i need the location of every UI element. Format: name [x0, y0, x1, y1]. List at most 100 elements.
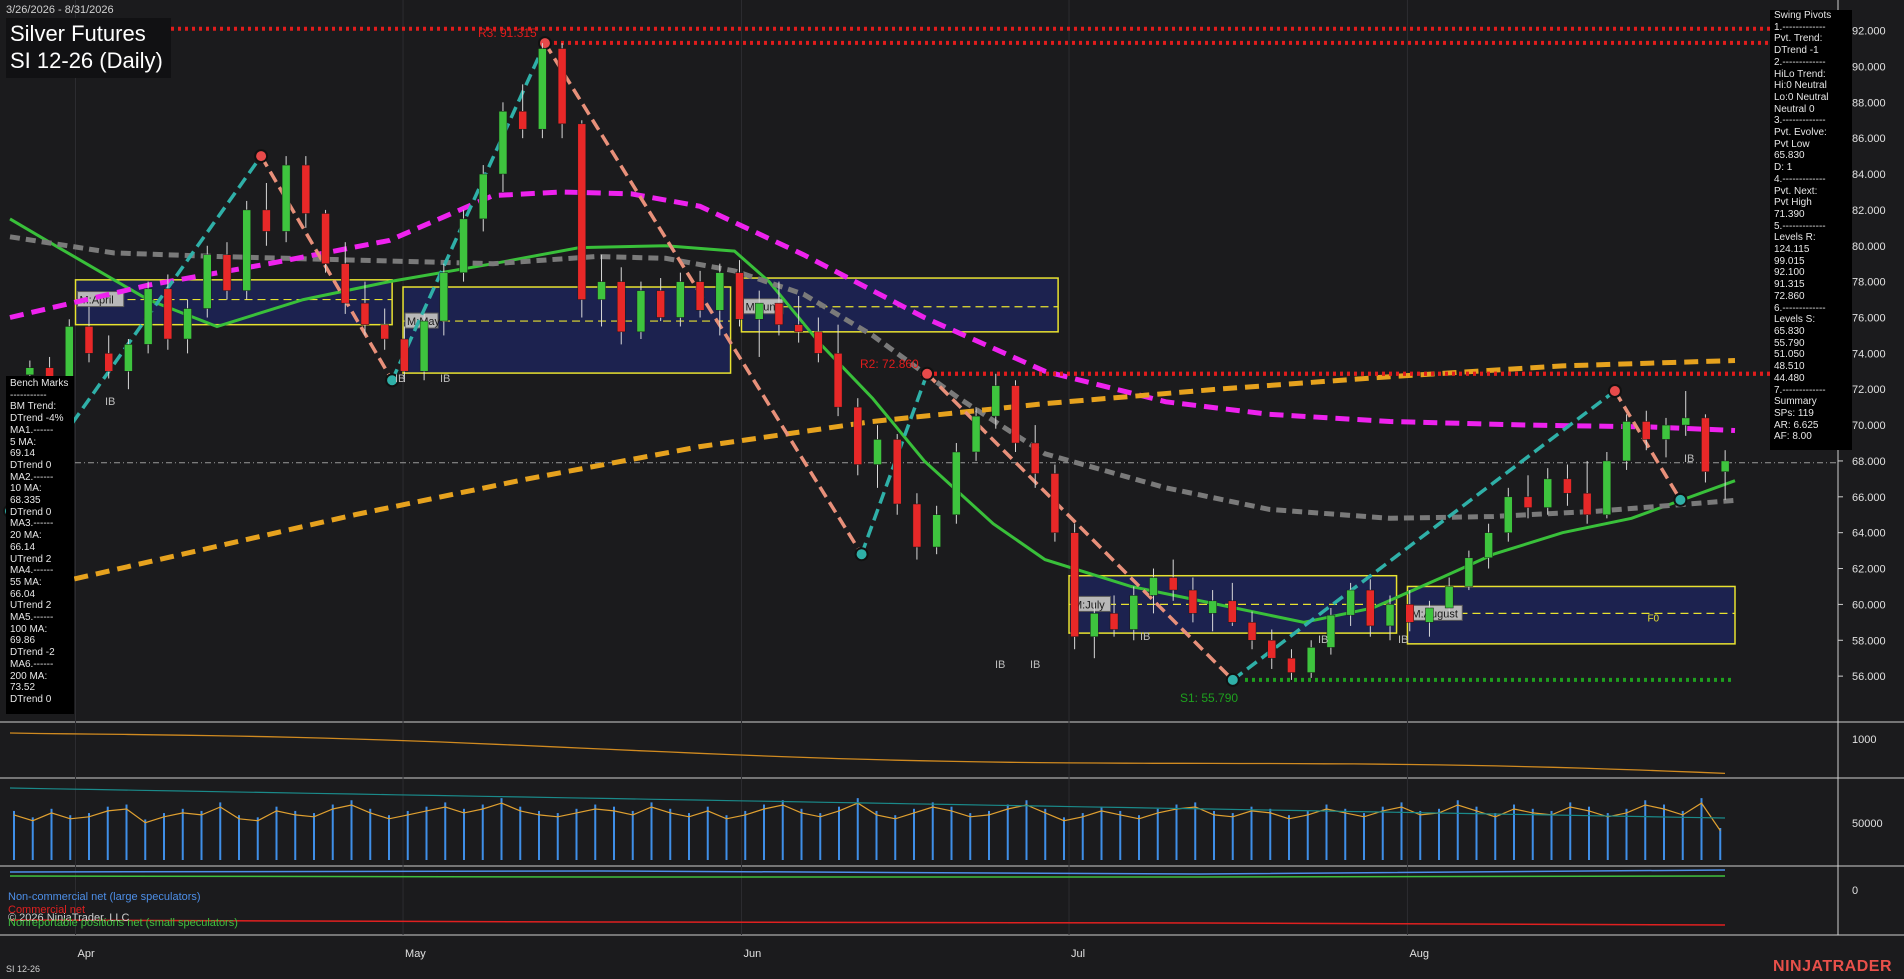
swing-panel-line: 4.------------- — [1774, 173, 1826, 185]
x-tick-label: Aug — [1409, 948, 1429, 960]
bench-panel-line: DTrend 0 — [10, 693, 52, 705]
candle-body — [1661, 424, 1671, 440]
candle-body — [1504, 496, 1513, 533]
ib-marker: IB — [1398, 634, 1408, 646]
ib-marker: IB — [440, 373, 450, 385]
y-tick-label: 76.000 — [1852, 312, 1886, 324]
y-tick-label: 70.000 — [1852, 420, 1886, 432]
candle-body — [124, 344, 133, 372]
bench-panel-line: 73.52 — [10, 682, 36, 694]
candle-body — [912, 503, 922, 548]
swing-panel-line: D: 1 — [1774, 162, 1793, 174]
candle-body — [833, 353, 843, 408]
y-tick-label: 80.000 — [1852, 241, 1886, 253]
candle-body — [301, 164, 311, 214]
candle-body — [1030, 442, 1040, 474]
bench-panel-line: 20 MA: — [10, 530, 42, 542]
candle-body — [242, 209, 251, 291]
candle-body — [794, 324, 803, 333]
bench-panel-line: UTrend 2 — [10, 600, 52, 612]
swing-panel-line: 99.015 — [1774, 255, 1805, 267]
bench-panel-line: UTrend 2 — [10, 553, 52, 565]
candle-body — [1622, 421, 1631, 462]
swing-panel-line: 51.050 — [1774, 349, 1805, 361]
candle-body — [971, 415, 981, 453]
swing-panel-line: 7.------------- — [1774, 384, 1826, 396]
swing-point-marker — [1607, 384, 1622, 399]
ninjatrader-logo: NINJATRADER — [1773, 958, 1892, 975]
y-tick-label: 62.000 — [1852, 564, 1886, 576]
swing-point-marker — [254, 149, 269, 164]
date-range: 3/26/2026 - 8/31/2026 — [6, 4, 114, 16]
bench-panel-line: DTrend -2 — [10, 647, 55, 659]
candle-body — [518, 111, 527, 130]
level-label: R2: 72.860 — [860, 357, 919, 371]
candle-body — [1366, 589, 1375, 627]
y-tick-label: 88.000 — [1852, 97, 1886, 109]
price-chart[interactable]: 56.000 58.000 60.000 62.000 64.000 66.000 68.0… — [0, 0, 1904, 979]
x-tick-label: May — [405, 948, 426, 960]
candle-body — [1090, 613, 1099, 637]
y-tick-label: 82.000 — [1852, 205, 1886, 217]
chart-title-box: Silver Futures SI 12-26 (Daily) — [6, 18, 171, 78]
bench-panel-line: ----------- — [10, 389, 47, 401]
candle-body — [84, 326, 94, 354]
candle-body — [656, 290, 665, 318]
contract-name: SI 12-26 (Daily) — [10, 48, 163, 73]
candle-body — [459, 218, 468, 273]
bench-panel-line: BM Trend: — [10, 401, 57, 413]
bench-panel-line: 66.14 — [10, 541, 36, 553]
candle-body — [1444, 586, 1454, 609]
candle-body — [1464, 557, 1474, 587]
candle-body — [754, 302, 764, 320]
swing-panel-line: 91.315 — [1774, 279, 1805, 291]
footer-symbol: SI 12-26 — [6, 964, 41, 974]
bench-panel-line: 5 MA: — [10, 436, 37, 448]
candle-body — [1228, 600, 1237, 623]
candle-body — [143, 288, 153, 345]
candle-body — [341, 263, 350, 304]
candle-body — [439, 272, 449, 322]
swing-panel-line: 92.100 — [1774, 267, 1805, 279]
candle-body — [1129, 595, 1139, 630]
swing-panel-line: Levels R: — [1774, 232, 1816, 244]
candle-body — [1011, 385, 1020, 444]
swing-panel-line: Pvt. Trend: — [1774, 33, 1823, 45]
swing-point-marker — [854, 547, 869, 562]
swing-panel-line: DTrend -1 — [1774, 45, 1819, 57]
candle-body — [1405, 604, 1414, 623]
cot-legend-nonreportable: Nonreportable positions net (small specu… — [8, 917, 238, 929]
candle-body — [1247, 622, 1257, 641]
ib-marker: IB — [1030, 659, 1040, 671]
sub-axis-label: 0 — [1852, 885, 1858, 897]
candle-body — [1543, 478, 1552, 508]
swing-panel-line: 1.------------- — [1774, 21, 1826, 33]
candle-body — [616, 281, 626, 333]
candle-body — [1720, 460, 1730, 472]
y-tick-label: 74.000 — [1852, 348, 1886, 360]
monthly-box-label: M:August — [1411, 608, 1457, 620]
candle-body — [262, 209, 271, 232]
candle-body — [577, 123, 587, 300]
candle-body — [1385, 604, 1395, 627]
swing-panel-line: Swing Pivots — [1774, 10, 1832, 21]
x-tick-label: Apr — [78, 948, 95, 960]
y-tick-label: 64.000 — [1852, 528, 1886, 540]
bench-panel-line: 69.14 — [10, 448, 36, 460]
instrument-name: Silver Futures — [10, 21, 146, 46]
swing-panel-line: Neutral 0 — [1774, 103, 1815, 115]
candle-body — [1050, 473, 1060, 533]
bench-panel-line: MA5.------ — [10, 612, 54, 624]
swing-panel-line: 65.830 — [1774, 325, 1805, 337]
bench-panel-line: MA4.------ — [10, 565, 54, 577]
level-label: S1: 55.790 — [1180, 691, 1238, 705]
candle-body — [104, 353, 113, 372]
candle-body — [25, 367, 35, 376]
swing-pivots-panel: Swing Pivots 1.------------- Pvt. Trend: DT… — [1770, 10, 1852, 450]
candle-body — [557, 48, 567, 125]
candle-body — [538, 48, 547, 130]
ib-marker: IB — [1684, 453, 1694, 465]
candle-body — [163, 288, 173, 340]
candle-body — [1563, 478, 1572, 494]
candle-body — [65, 326, 74, 379]
